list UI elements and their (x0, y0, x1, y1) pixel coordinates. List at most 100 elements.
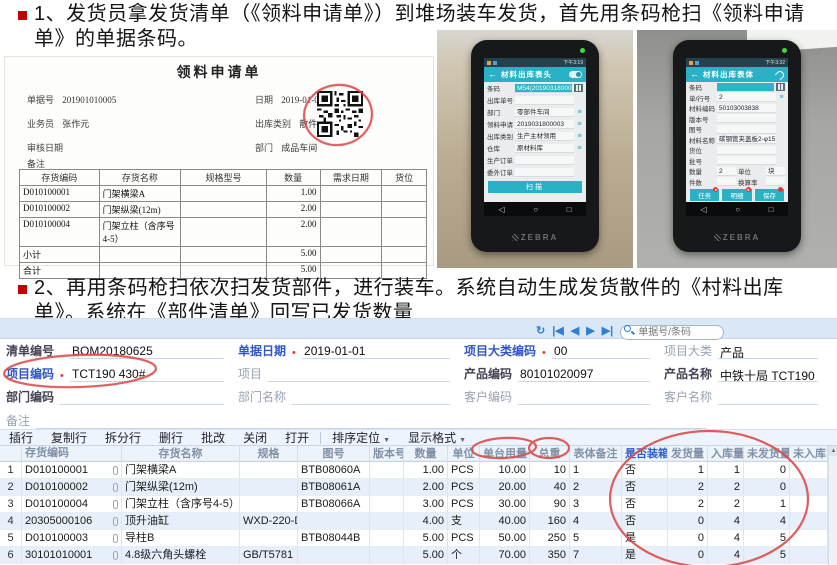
col-unit[interactable]: 单位 (448, 446, 480, 461)
notification-icon (493, 61, 497, 65)
lookup-icon: ≡ (576, 121, 583, 128)
form-field-row: 委外订单 (484, 166, 586, 178)
grid-data-row[interactable]: 2 D010100002 门架纵梁(12m) BTB08061A 2.00 PC… (0, 479, 828, 496)
attachment-icon (113, 500, 118, 509)
form-col-loc: 货位 (382, 170, 426, 185)
split-row-button[interactable]: 拆分行 (96, 429, 150, 446)
field-project: 项目 (238, 366, 450, 382)
col-rownum (0, 446, 22, 461)
form-field-row: 材料编码 50103003838 (686, 103, 788, 114)
dept-value: 成品车间 (281, 143, 317, 153)
col-version[interactable]: 版本号 (370, 446, 404, 461)
barcode-input: M54(2019031800003 × (515, 84, 572, 93)
badge-dot: ● (713, 187, 718, 192)
next-record-icon[interactable]: ▶ (586, 324, 594, 338)
first-record-icon[interactable]: |◀ (552, 324, 564, 338)
grid-data-row[interactable]: 6 30101010001 4.8级六角头螺栓 GB/T5781 ... 5.0… (0, 547, 828, 564)
lookup-icon: ≡ (576, 133, 583, 140)
dept-label: 部门 (255, 143, 273, 153)
field-project-code: 项目编码 • TCT190 430# (6, 366, 224, 382)
col-qty[interactable]: 数量 (404, 446, 448, 461)
requisition-form: 领料申请单 单据号 201901010005 日期 2019-01-01 业务员… (4, 56, 434, 266)
scroll-up-icon[interactable]: ▲ (829, 446, 837, 456)
form-table-header: 存货编码 存货名称 规格型号 数量 需求日期 货位 (20, 170, 426, 186)
insert-row-button[interactable]: 插行 (0, 429, 42, 446)
copy-row-button[interactable]: 复制行 (42, 429, 96, 446)
form-field-row: 货位 (686, 145, 788, 156)
col-spec[interactable]: 规格 (240, 446, 298, 461)
settings-wrench-icon (774, 69, 785, 80)
barcode-row: 条码 (686, 82, 788, 93)
col-shipped-qty[interactable]: 发货量 (668, 446, 708, 461)
col-inventory-name[interactable]: 存货名称 (122, 446, 240, 461)
toggle-switch (569, 71, 582, 78)
form-field-row: 出库单号 (484, 94, 586, 106)
nav-recent-icon: □ (769, 205, 774, 214)
col-body-remark[interactable]: 表体备注 (570, 446, 622, 461)
col-boxed[interactable]: 是否装箱 (622, 446, 668, 461)
clerk-value: 张作元 (62, 119, 89, 129)
prev-record-icon[interactable]: ◀ (571, 324, 579, 338)
refresh-icon[interactable]: ↻ (536, 324, 545, 338)
field-dept-code: 部门编码 (6, 389, 224, 405)
app-title-bar: ← 材料出库表头 (484, 67, 586, 82)
col-per-unit-usage[interactable]: 单台用量 (480, 446, 530, 461)
scan-icon (574, 84, 583, 92)
form-col-qty: 数量 (267, 170, 321, 185)
last-record-icon[interactable]: ▶| (602, 324, 614, 338)
status-time: 下午3:32 (765, 59, 785, 66)
delete-row-button[interactable]: 删行 (150, 429, 192, 446)
barcode-label: 条码 (487, 83, 513, 93)
form-field-row: 部门 零部件车间 ≡ (484, 106, 586, 118)
col-instock-qty[interactable]: 入库量 (708, 446, 744, 461)
col-unshipped-qty[interactable]: 未发货量 (744, 446, 790, 461)
form-field-row: 图号 (686, 124, 788, 135)
grid-data-row[interactable]: 5 D010100003 导柱B BTB08044B 5.00 PCS 50.0… (0, 530, 828, 547)
android-navbar: ◁ ○ □ (484, 202, 586, 216)
attachment-icon (113, 466, 118, 475)
status-bar: 下午3:19 (484, 58, 586, 67)
col-total-weight[interactable]: 总重 (530, 446, 570, 461)
form-table-row: 小计 5.00 (20, 247, 426, 263)
photo-scanner-header: 下午3:19 ← 材料出库表头 条码 M54(2019031800003 × (437, 30, 633, 268)
form-col-name: 存货名称 (100, 170, 182, 185)
grid-data-row[interactable]: 1 D010100001 门架横梁A BTB08060A 1.00 PCS 10… (0, 462, 828, 479)
grid-data-row[interactable]: 3 D010100004 门架立柱（含序号4-5） BTB08066A 3.00… (0, 496, 828, 513)
red-bullet-icon (18, 11, 27, 20)
out-type-label: 出库类别 (255, 119, 291, 129)
note-label: 备注 (27, 159, 45, 169)
red-bullet-icon (18, 285, 27, 294)
close-button[interactable]: 关闭 (234, 429, 276, 446)
grid-scrollbar[interactable]: ▲ (828, 446, 837, 565)
display-format-dropdown[interactable]: 显示格式▼ (399, 429, 475, 446)
barcode-label: 条码 (689, 82, 715, 92)
search-input[interactable] (620, 325, 724, 340)
field-project-class-code: 项目大类编码 • 00 (464, 343, 650, 359)
screen-button: 保存 (755, 189, 784, 201)
grid-header-row: 存货编码 存货名称 规格 图号 版本号 数量 单位 单台用量 总重 表体备注 是… (0, 446, 828, 462)
grid-data-row[interactable]: 4 20305000106 顶升油缸 WXD-220-D 4.00 支 40.0… (0, 513, 828, 530)
nav-back-icon: ◁ (498, 205, 504, 214)
chevron-down-icon: ▼ (383, 437, 390, 444)
app-title-bar: ← 材料出库表体 (686, 67, 788, 82)
sort-locate-dropdown[interactable]: 排序定位▼ (323, 429, 399, 446)
form-field-row: 单/行号 2 ≡ (686, 93, 788, 104)
lookup-icon: ≡ (576, 145, 583, 152)
col-not-instock[interactable]: 未入库 (790, 446, 828, 461)
search-box[interactable] (620, 322, 724, 340)
field-customer-name: 客户名称 (664, 389, 818, 405)
field-product-name: 产品名称 中铁十局 TCT190 430# (664, 366, 818, 382)
field-list-no: 清单编号 BOM20180625 (6, 343, 224, 359)
handheld-device: 下午3:19 ← 材料出库表头 条码 M54(2019031800003 × (471, 40, 599, 252)
field-remark: 备注 (6, 413, 706, 429)
clerk-label: 业务员 (27, 119, 54, 129)
qty-row: 数量 2 单位 块 (686, 166, 788, 177)
col-drawing-no[interactable]: 图号 (298, 446, 370, 461)
batch-edit-button[interactable]: 批改 (192, 429, 234, 446)
back-icon: ← (488, 70, 497, 79)
attachment-icon (113, 551, 118, 560)
form-col-date: 需求日期 (321, 170, 383, 185)
open-button[interactable]: 打开 (276, 429, 318, 446)
detail-grid: 存货编码 存货名称 规格 图号 版本号 数量 单位 单台用量 总重 表体备注 是… (0, 446, 828, 564)
col-inventory-code[interactable]: 存货编码 (22, 446, 122, 461)
